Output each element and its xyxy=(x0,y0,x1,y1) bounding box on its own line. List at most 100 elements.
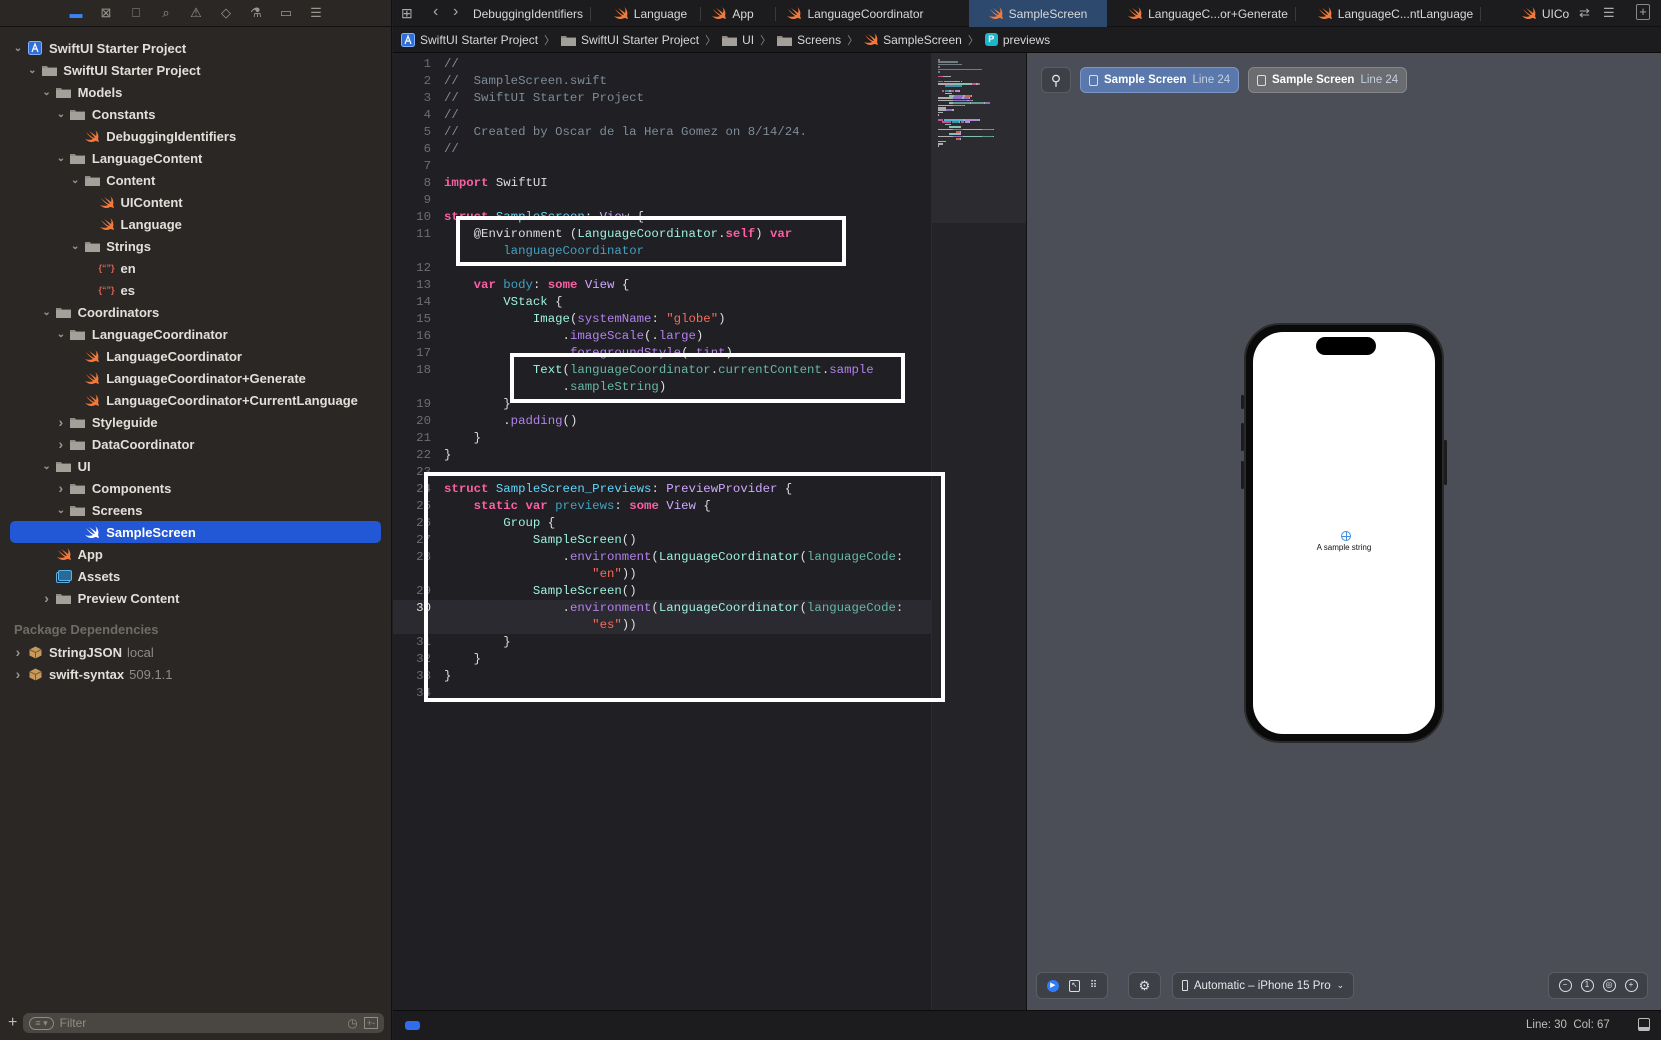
code-line[interactable]: 11 @Environment (LanguageCoordinator.sel… xyxy=(393,226,931,243)
code-line[interactable]: 2 // SampleScreen.swift xyxy=(393,73,931,90)
file-tree-item[interactable]: ⌄ Strings xyxy=(10,235,381,257)
breadcrumb-item[interactable]: SwiftUI Starter Project xyxy=(401,32,538,47)
code-line[interactable]: 29 SampleScreen() xyxy=(393,583,931,600)
chevron-down-icon[interactable]: ⌄ xyxy=(12,43,24,54)
breadcrumb-item[interactable]: Ppreviews xyxy=(984,33,1050,47)
file-tree-item[interactable]: › Components xyxy=(10,477,381,499)
file-tree-item[interactable]: Assets xyxy=(10,565,381,587)
code-line[interactable]: 13 var body: some View { xyxy=(393,277,931,294)
toggle-debug-area-icon[interactable] xyxy=(1638,1018,1650,1031)
breadcrumb-item[interactable]: UI xyxy=(722,33,754,47)
file-tree-item[interactable]: ⌄ Coordinators xyxy=(10,301,381,323)
file-tree-item[interactable]: ⌄ LanguageCoordinator xyxy=(10,323,381,345)
preview-chip[interactable]: Sample Screen Line 24 xyxy=(1248,67,1408,93)
tab-samplescreen[interactable]: SampleScreen xyxy=(969,0,1107,27)
zoom-fit-icon[interactable]: ◎ xyxy=(1602,979,1616,992)
device-settings-button[interactable]: ⚙ xyxy=(1128,972,1161,999)
code-line[interactable]: 22} xyxy=(393,447,931,464)
file-tree-item[interactable]: ⌄ SwiftUI Starter Project xyxy=(10,37,381,59)
code-line[interactable]: 31 } xyxy=(393,634,931,651)
filter-options-icon[interactable]: ≡ ▾ xyxy=(29,1016,54,1030)
code-line[interactable]: 5 // Created by Oscar de la Hera Gomez on… xyxy=(393,124,931,141)
code-line[interactable]: 14 VStack { xyxy=(393,294,931,311)
chevron-down-icon[interactable]: ⌄ xyxy=(69,175,81,186)
file-tree-item[interactable]: Language xyxy=(10,213,381,235)
recent-files-icon[interactable]: ◷ xyxy=(347,1016,357,1030)
code-line[interactable]: 30 .environment(LanguageCoordinator(lang… xyxy=(393,600,931,617)
chevron-down-icon[interactable]: ⌄ xyxy=(41,307,53,318)
swap-icon[interactable]: ⇄ xyxy=(1579,5,1590,21)
file-tree-item[interactable]: › Preview Content xyxy=(10,587,381,609)
back-button[interactable]: ‹ xyxy=(433,3,438,21)
tab-languagecoordinator[interactable]: LanguageCoordinator xyxy=(778,0,933,27)
chevron-right-icon[interactable]: › xyxy=(55,436,67,452)
tab-languagec-or-generate[interactable]: LanguageC...or+Generate xyxy=(1123,0,1293,27)
related-items-icon[interactable]: ⊞ xyxy=(401,5,413,22)
bookmark-icon[interactable]: ⎕ xyxy=(127,4,145,22)
code-line[interactable]: 16 .imageScale(.large) xyxy=(393,328,931,345)
code-line[interactable]: 10 struct SampleScreen: View { xyxy=(393,209,931,226)
add-editor-icon[interactable]: + xyxy=(1636,4,1650,20)
file-tree-item[interactable]: ⌄ Constants xyxy=(10,103,381,125)
code-line[interactable]: 23 xyxy=(393,464,931,481)
code-line[interactable]: languageCoordinator xyxy=(393,243,931,260)
file-tree-item[interactable]: › DataCoordinator xyxy=(10,433,381,455)
file-tree-item[interactable]: ⌄ LanguageContent xyxy=(10,147,381,169)
file-tree-item[interactable]: DebuggingIdentifiers xyxy=(10,125,381,147)
code-line[interactable]: 6 // xyxy=(393,141,931,158)
code-line[interactable]: 24 struct SampleScreen_Previews: PreviewP… xyxy=(393,481,931,498)
pin-button[interactable]: ⚲ xyxy=(1041,67,1071,93)
code-line[interactable]: 15 Image(systemName: "globe") xyxy=(393,311,931,328)
tab-language[interactable]: Language xyxy=(603,0,698,27)
code-line[interactable]: 19 } xyxy=(393,396,931,413)
file-tree-item[interactable]: {“”} es xyxy=(10,279,381,301)
search-icon[interactable]: ⌕ xyxy=(157,4,175,22)
chevron-right-icon[interactable]: › xyxy=(12,666,24,682)
folder-icon[interactable]: ▬ xyxy=(67,4,85,22)
code-line[interactable]: "en")) xyxy=(393,566,931,583)
live-preview-icon[interactable]: ▶ xyxy=(1046,979,1059,992)
code-line[interactable]: 26 Group { xyxy=(393,515,931,532)
warning-icon[interactable]: ⚠ xyxy=(187,4,205,22)
chevron-down-icon[interactable]: ⌄ xyxy=(41,461,53,472)
tab-uico[interactable]: UICo xyxy=(1518,0,1573,27)
forward-button[interactable]: › xyxy=(453,3,458,21)
tab-languagec-ntlanguage[interactable]: LanguageC...ntLanguage xyxy=(1313,0,1478,27)
chevron-right-icon[interactable]: › xyxy=(55,480,67,496)
add-icon[interactable]: + xyxy=(8,1014,17,1032)
device-selector[interactable]: Automatic – iPhone 15 Pro ⌄ xyxy=(1172,972,1354,999)
zoom-in-icon[interactable]: + xyxy=(1624,979,1638,992)
code-line[interactable]: 9 xyxy=(393,192,931,209)
code-line[interactable]: 25 static var previews: some View { xyxy=(393,498,931,515)
file-tree-item[interactable]: SampleScreen xyxy=(10,521,381,543)
chevron-down-icon[interactable]: ⌄ xyxy=(41,87,53,98)
code-line[interactable]: 18 Text(languageCoordinator.currentConte… xyxy=(393,362,931,379)
code-line[interactable]: 20 .padding() xyxy=(393,413,931,430)
code-line[interactable]: 32 } xyxy=(393,651,931,668)
breakpoint-icon[interactable]: ▭ xyxy=(277,4,295,22)
chevron-down-icon[interactable]: ⌄ xyxy=(55,505,67,516)
file-tree-item[interactable]: {“”} en xyxy=(10,257,381,279)
breadcrumb-item[interactable]: SampleScreen xyxy=(864,33,962,47)
chevron-down-icon[interactable]: ⌄ xyxy=(69,241,81,252)
debug-icon[interactable]: ⚗ xyxy=(247,4,265,22)
code-line[interactable]: 27 SampleScreen() xyxy=(393,532,931,549)
test-icon[interactable]: ◇ xyxy=(217,4,235,22)
zoom-out-icon[interactable]: − xyxy=(1558,979,1572,992)
file-tree-item[interactable]: UIContent xyxy=(10,191,381,213)
code-line[interactable]: 21 } xyxy=(393,430,931,447)
code-line[interactable]: 17 .foregroundStyle(.tint) xyxy=(393,345,931,362)
zoom-actual-icon[interactable]: 1 xyxy=(1580,979,1594,992)
file-tree-item[interactable]: ⌄ Screens xyxy=(10,499,381,521)
code-line[interactable]: 28 .environment(LanguageCoordinator(lang… xyxy=(393,549,931,566)
filter-input[interactable]: ≡ ▾ Filter ◷ +- xyxy=(23,1013,384,1033)
editor-options-icon[interactable]: ☰ xyxy=(1603,5,1615,21)
source-control-filter-icon[interactable]: +- xyxy=(363,1017,378,1029)
package-item[interactable]: › StringJSON local xyxy=(10,641,381,663)
code-line[interactable]: 3 // SwiftUI Starter Project xyxy=(393,90,931,107)
file-tree-item[interactable]: LanguageCoordinator xyxy=(10,345,381,367)
file-tree-item[interactable]: LanguageCoordinator+Generate xyxy=(10,367,381,389)
breadcrumb-item[interactable]: SwiftUI Starter Project xyxy=(561,33,699,47)
minimap[interactable] xyxy=(931,53,1026,1010)
code-line[interactable]: 34 xyxy=(393,685,931,702)
